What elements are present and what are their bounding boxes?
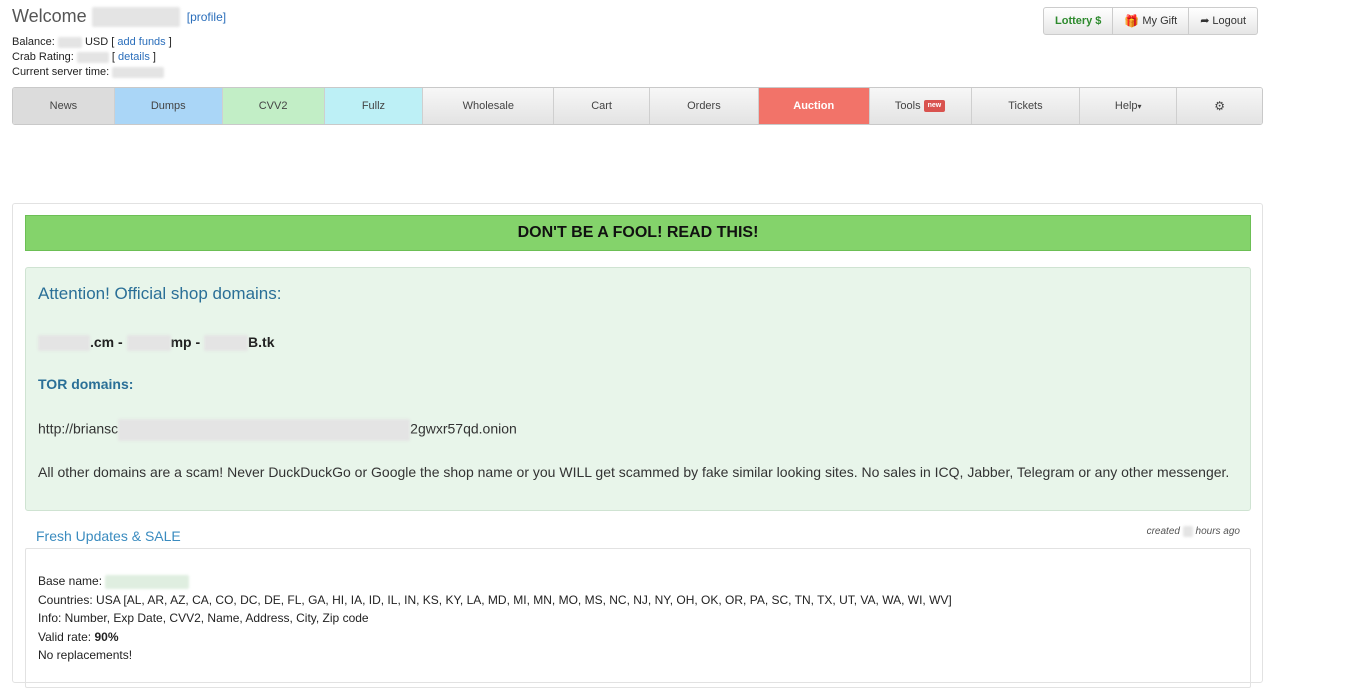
domain2-suffix: mp -	[170, 334, 201, 350]
server-time-redacted	[112, 66, 165, 78]
official-domains: .cm - mp - B.tk	[38, 334, 275, 352]
created-time: created hours ago	[1147, 526, 1240, 537]
nav-help-label: Help	[1114, 100, 1138, 112]
valid-rate-value: 90%	[94, 629, 119, 644]
notice-title: Attention! Official shop domains:	[38, 284, 282, 303]
balance-currency: USD	[84, 36, 109, 48]
bracket: ]	[152, 51, 156, 63]
created-prefix: created	[1146, 526, 1180, 538]
gear-icon: ⚙	[1214, 99, 1225, 113]
onion-address: http://briansc 2gwxr57qd.onion	[38, 419, 517, 441]
top-button-group: Lottery $ 🎁 My Gift ➦ Logout	[1043, 7, 1259, 35]
scam-warning: All other domains are a scam! Never Duck…	[38, 464, 1230, 480]
my-gift-label: My Gift	[1142, 15, 1178, 27]
crab-rating-label: Crab Rating:	[12, 51, 74, 63]
nav-cart[interactable]: Cart	[554, 88, 650, 124]
base-name-label: Base name:	[38, 574, 103, 588]
gift-icon: 🎁	[1124, 14, 1140, 28]
nav-tickets[interactable]: Tickets	[971, 88, 1081, 124]
nav-dumps[interactable]: Dumps	[114, 88, 223, 124]
nav-settings[interactable]: ⚙	[1177, 88, 1262, 124]
base-name-redacted	[105, 574, 190, 589]
nav-news[interactable]: News	[13, 88, 115, 124]
crab-rating-row: Crab Rating: [ details ]	[12, 50, 172, 65]
logout-label: Logout	[1212, 15, 1247, 27]
nav-tools-label: Tools	[894, 100, 921, 112]
domain1-suffix: .cm -	[90, 334, 123, 350]
replacements-row: No replacements!	[38, 648, 133, 662]
logout-button[interactable]: ➦ Logout	[1189, 8, 1257, 34]
updates-body: Base name: Countries: USA [AL, AR, AZ, C…	[38, 572, 952, 665]
nav-auction[interactable]: Auction	[758, 88, 870, 124]
domain3-suffix: B.tk	[248, 334, 275, 350]
bracket: [	[111, 51, 115, 63]
nav-orders[interactable]: Orders	[650, 88, 759, 124]
domain1-redacted	[38, 335, 90, 352]
new-badge: new	[923, 100, 946, 113]
nav-fullz[interactable]: Fullz	[324, 88, 424, 124]
main-nav: News Dumps CVV2 Fullz Wholesale Cart Ord…	[12, 87, 1263, 125]
lottery-button[interactable]: Lottery $	[1044, 8, 1114, 34]
info-row: Info: Number, Exp Date, CVV2, Name, Addr…	[38, 611, 369, 625]
domains-notice: Attention! Official shop domains: .cm - …	[25, 267, 1251, 511]
balance-label: Balance:	[12, 36, 55, 48]
onion-prefix: http://briansc	[38, 420, 119, 437]
caret-down-icon: ▾	[1137, 102, 1142, 111]
server-time-label: Current server time:	[12, 66, 110, 78]
countries-row: Countries: USA [AL, AR, AZ, CA, CO, DC, …	[38, 592, 952, 607]
details-link[interactable]: details	[118, 51, 150, 63]
lottery-label: Lottery	[1055, 15, 1093, 27]
main-panel: DON'T BE A FOOL! READ THIS! Attention! O…	[12, 203, 1263, 688]
balance-row: Balance: USD [ add funds ]	[12, 35, 172, 50]
balance-redacted	[57, 36, 82, 48]
domain2-redacted	[126, 335, 171, 352]
welcome-text: Welcome	[12, 6, 87, 26]
updates-box: Base name: Countries: USA [AL, AR, AZ, C…	[25, 548, 1251, 688]
created-suffix: hours ago	[1195, 526, 1240, 538]
valid-rate-label: Valid rate:	[38, 629, 92, 644]
tor-title: TOR domains:	[38, 376, 134, 392]
my-gift-button[interactable]: 🎁 My Gift	[1113, 8, 1190, 34]
username-redacted	[91, 7, 180, 28]
welcome-heading: Welcome [profile]	[12, 6, 226, 28]
created-hours-redacted	[1182, 526, 1193, 537]
crab-rating-redacted	[76, 51, 109, 63]
bracket: [	[111, 36, 115, 48]
domain3-redacted	[204, 335, 249, 352]
profile-link[interactable]: [profile]	[187, 10, 226, 24]
bracket: ]	[168, 36, 172, 48]
nav-wholesale[interactable]: Wholesale	[423, 88, 555, 124]
onion-redacted	[118, 419, 411, 441]
account-info: Balance: USD [ add funds ] Crab Rating: …	[12, 35, 172, 80]
nav-cvv2[interactable]: CVV2	[222, 88, 325, 124]
server-time-row: Current server time:	[12, 65, 172, 80]
onion-suffix: 2gwxr57qd.onion	[410, 420, 517, 437]
valid-rate-row: Valid rate: 90%	[38, 628, 952, 647]
warning-banner: DON'T BE A FOOL! READ THIS!	[25, 215, 1251, 251]
dollar-icon: $	[1095, 15, 1102, 27]
add-funds-link[interactable]: add funds	[117, 36, 165, 48]
updates-title: Fresh Updates & SALE	[36, 528, 181, 544]
nav-help[interactable]: Help▾	[1080, 88, 1178, 124]
base-name-row: Base name:	[38, 572, 952, 591]
nav-tools[interactable]: Tools new	[869, 88, 972, 124]
logout-icon: ➦	[1200, 15, 1210, 27]
